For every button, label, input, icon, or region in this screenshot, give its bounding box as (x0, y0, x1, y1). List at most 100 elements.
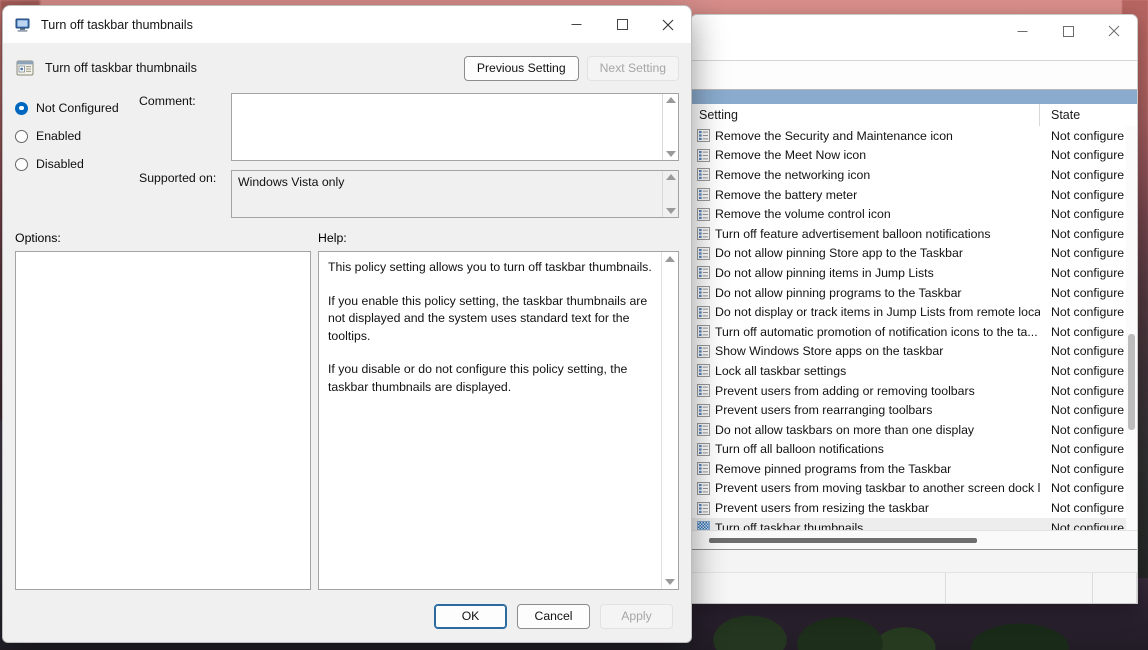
table-row[interactable]: Do not allow pinning items in Jump Lists… (691, 263, 1137, 283)
row-state-cell: Not configure (1051, 148, 1125, 163)
help-paragraph: If you enable this policy setting, the t… (328, 293, 648, 343)
comment-scrollbar[interactable] (662, 94, 678, 160)
scroll-up-icon[interactable] (665, 97, 676, 103)
row-state-cell: Not configure (1051, 207, 1125, 222)
policy-list-vertical-scrollbar[interactable] (1126, 126, 1137, 530)
comment-textarea[interactable] (231, 93, 679, 161)
supported-on-box: Windows Vista only (231, 170, 679, 218)
row-state-cell: Not configure (1051, 422, 1125, 437)
selected-policy-icon (697, 521, 710, 530)
row-setting-name: Prevent users from resizing the taskbar (715, 501, 929, 516)
table-row[interactable]: Remove the Meet Now icon Not configure (691, 146, 1137, 166)
row-state-cell: Not configure (1051, 442, 1125, 457)
table-row[interactable]: Remove the networking icon Not configure (691, 165, 1137, 185)
row-setting-name: Remove the networking icon (715, 167, 871, 182)
row-state-cell: Not configure (1051, 285, 1125, 300)
background-window-titlebar[interactable] (691, 15, 1137, 60)
table-row[interactable]: Do not display or track items in Jump Li… (691, 302, 1137, 322)
ok-button[interactable]: OK (434, 603, 507, 629)
row-setting-cell: Turn off automatic promotion of notifica… (691, 325, 1040, 339)
scroll-up-icon[interactable] (665, 174, 676, 180)
column-header-setting[interactable]: Setting (691, 104, 1040, 126)
dialog-setting-name: Turn off taskbar thumbnails (45, 61, 197, 75)
table-row[interactable]: Do not allow taskbars on more than one d… (691, 420, 1137, 440)
row-state-cell: Not configure (1051, 461, 1125, 476)
cancel-button[interactable]: Cancel (517, 603, 590, 629)
help-pane-scrollbar[interactable] (661, 252, 678, 589)
options-pane[interactable] (15, 251, 311, 590)
minimize-icon[interactable] (999, 15, 1045, 47)
row-setting-cell: Do not allow pinning programs to the Tas… (691, 286, 1040, 300)
apply-button[interactable]: Apply (600, 603, 673, 629)
table-row[interactable]: Lock all taskbar settings Not configure (691, 361, 1137, 381)
row-setting-name: Show Windows Store apps on the taskbar (715, 344, 944, 359)
row-setting-name: Turn off taskbar thumbnails (715, 520, 864, 530)
table-row[interactable]: Remove the volume control icon Not config… (691, 204, 1137, 224)
row-setting-cell: Remove pinned programs from the Taskbar (691, 462, 1040, 476)
policy-list-header: Setting State (691, 104, 1137, 126)
row-state-cell: Not configure (1051, 324, 1125, 339)
radio-option-disabled[interactable]: Disabled (15, 150, 139, 178)
dialog-minimize-icon[interactable] (553, 9, 599, 41)
supported-on-value: Windows Vista only (238, 175, 345, 189)
dialog-panes: This policy setting allows you to turn o… (3, 251, 691, 590)
dialog-maximize-icon[interactable] (599, 9, 645, 41)
table-row[interactable]: Remove the Security and Maintenance icon… (691, 126, 1137, 146)
group-policy-editor-window[interactable]: Setting State Remove the Security and Ma… (690, 14, 1138, 604)
row-setting-name: Remove the Security and Maintenance icon (715, 128, 953, 143)
next-setting-button[interactable]: Next Setting (586, 55, 679, 81)
table-row[interactable]: Do not allow pinning Store app to the Ta… (691, 244, 1137, 264)
scroll-down-icon[interactable] (665, 208, 676, 214)
policy-icon (697, 246, 710, 260)
column-header-state[interactable]: State (1040, 104, 1137, 126)
dialog-titlebar[interactable]: Turn off taskbar thumbnails (3, 6, 691, 43)
previous-setting-button[interactable]: Previous Setting (463, 55, 579, 81)
dialog-close-icon[interactable] (645, 9, 691, 41)
row-setting-name: Do not allow pinning Store app to the Ta… (715, 246, 963, 261)
table-row[interactable]: Prevent users from resizing the taskbar N… (691, 498, 1137, 518)
table-row[interactable]: Turn off automatic promotion of notifica… (691, 322, 1137, 342)
row-setting-cell: Prevent users from resizing the taskbar (691, 501, 1040, 515)
scroll-down-icon[interactable] (665, 579, 675, 585)
row-state-cell: Not configure (1051, 246, 1125, 261)
help-paragraph: This policy setting allows you to turn o… (328, 260, 652, 274)
policy-icon (697, 384, 710, 398)
scroll-up-icon[interactable] (665, 256, 675, 262)
radio-button-icon[interactable] (15, 101, 28, 115)
scroll-down-icon[interactable] (665, 151, 676, 157)
policy-icon (697, 481, 710, 495)
scrollbar-thumb[interactable] (1128, 334, 1135, 430)
supported-on-scrollbar[interactable] (662, 171, 678, 217)
table-row[interactable]: Prevent users from rearranging toolbars N… (691, 400, 1137, 420)
status-pane-1 (691, 573, 946, 603)
table-row[interactable]: Prevent users from moving taskbar to ano… (691, 479, 1137, 499)
comment-value[interactable] (232, 94, 662, 160)
radio-button-icon[interactable] (15, 157, 28, 171)
table-row[interactable]: Turn off taskbar thumbnails Not configure (691, 517, 1137, 530)
close-icon[interactable] (1091, 15, 1137, 47)
table-row[interactable]: Do not allow pinning programs to the Tas… (691, 283, 1137, 303)
comment-field-row: Comment: (139, 93, 679, 161)
table-row[interactable]: Show Windows Store apps on the taskbar No… (691, 342, 1137, 362)
radio-option-not-configured[interactable]: Not Configured (15, 94, 139, 122)
table-row[interactable]: Turn off all balloon notifications Not co… (691, 440, 1137, 460)
table-row[interactable]: Remove pinned programs from the Taskbar N… (691, 459, 1137, 479)
radio-option-enabled[interactable]: Enabled (15, 122, 139, 150)
row-state-cell: Not configure (1051, 265, 1125, 280)
row-setting-name: Lock all taskbar settings (715, 363, 847, 378)
policy-state-radio-group[interactable]: Not Configured Enabled Disabled (15, 85, 139, 227)
policy-icon (697, 207, 710, 221)
row-setting-cell: Remove the volume control icon (691, 207, 1040, 221)
row-setting-cell: Do not allow taskbars on more than one d… (691, 423, 1040, 437)
dialog-header: Turn off taskbar thumbnails Previous Set… (3, 43, 691, 85)
policy-setting-dialog[interactable]: Turn off taskbar thumbnails Turn off tas… (2, 5, 692, 643)
table-row[interactable]: Prevent users from adding or removing to… (691, 381, 1137, 401)
table-row[interactable]: Remove the battery meter Not configure (691, 185, 1137, 205)
radio-button-icon[interactable] (15, 129, 28, 143)
maximize-icon[interactable] (1045, 15, 1091, 47)
policy-icon (697, 266, 710, 280)
horizontal-scrollbar-thumb[interactable] (709, 537, 977, 543)
row-setting-cell: Remove the networking icon (691, 168, 1040, 182)
table-row[interactable]: Turn off feature advertisement balloon n… (691, 224, 1137, 244)
policy-list-horizontal-scrollbar[interactable] (691, 530, 1137, 549)
